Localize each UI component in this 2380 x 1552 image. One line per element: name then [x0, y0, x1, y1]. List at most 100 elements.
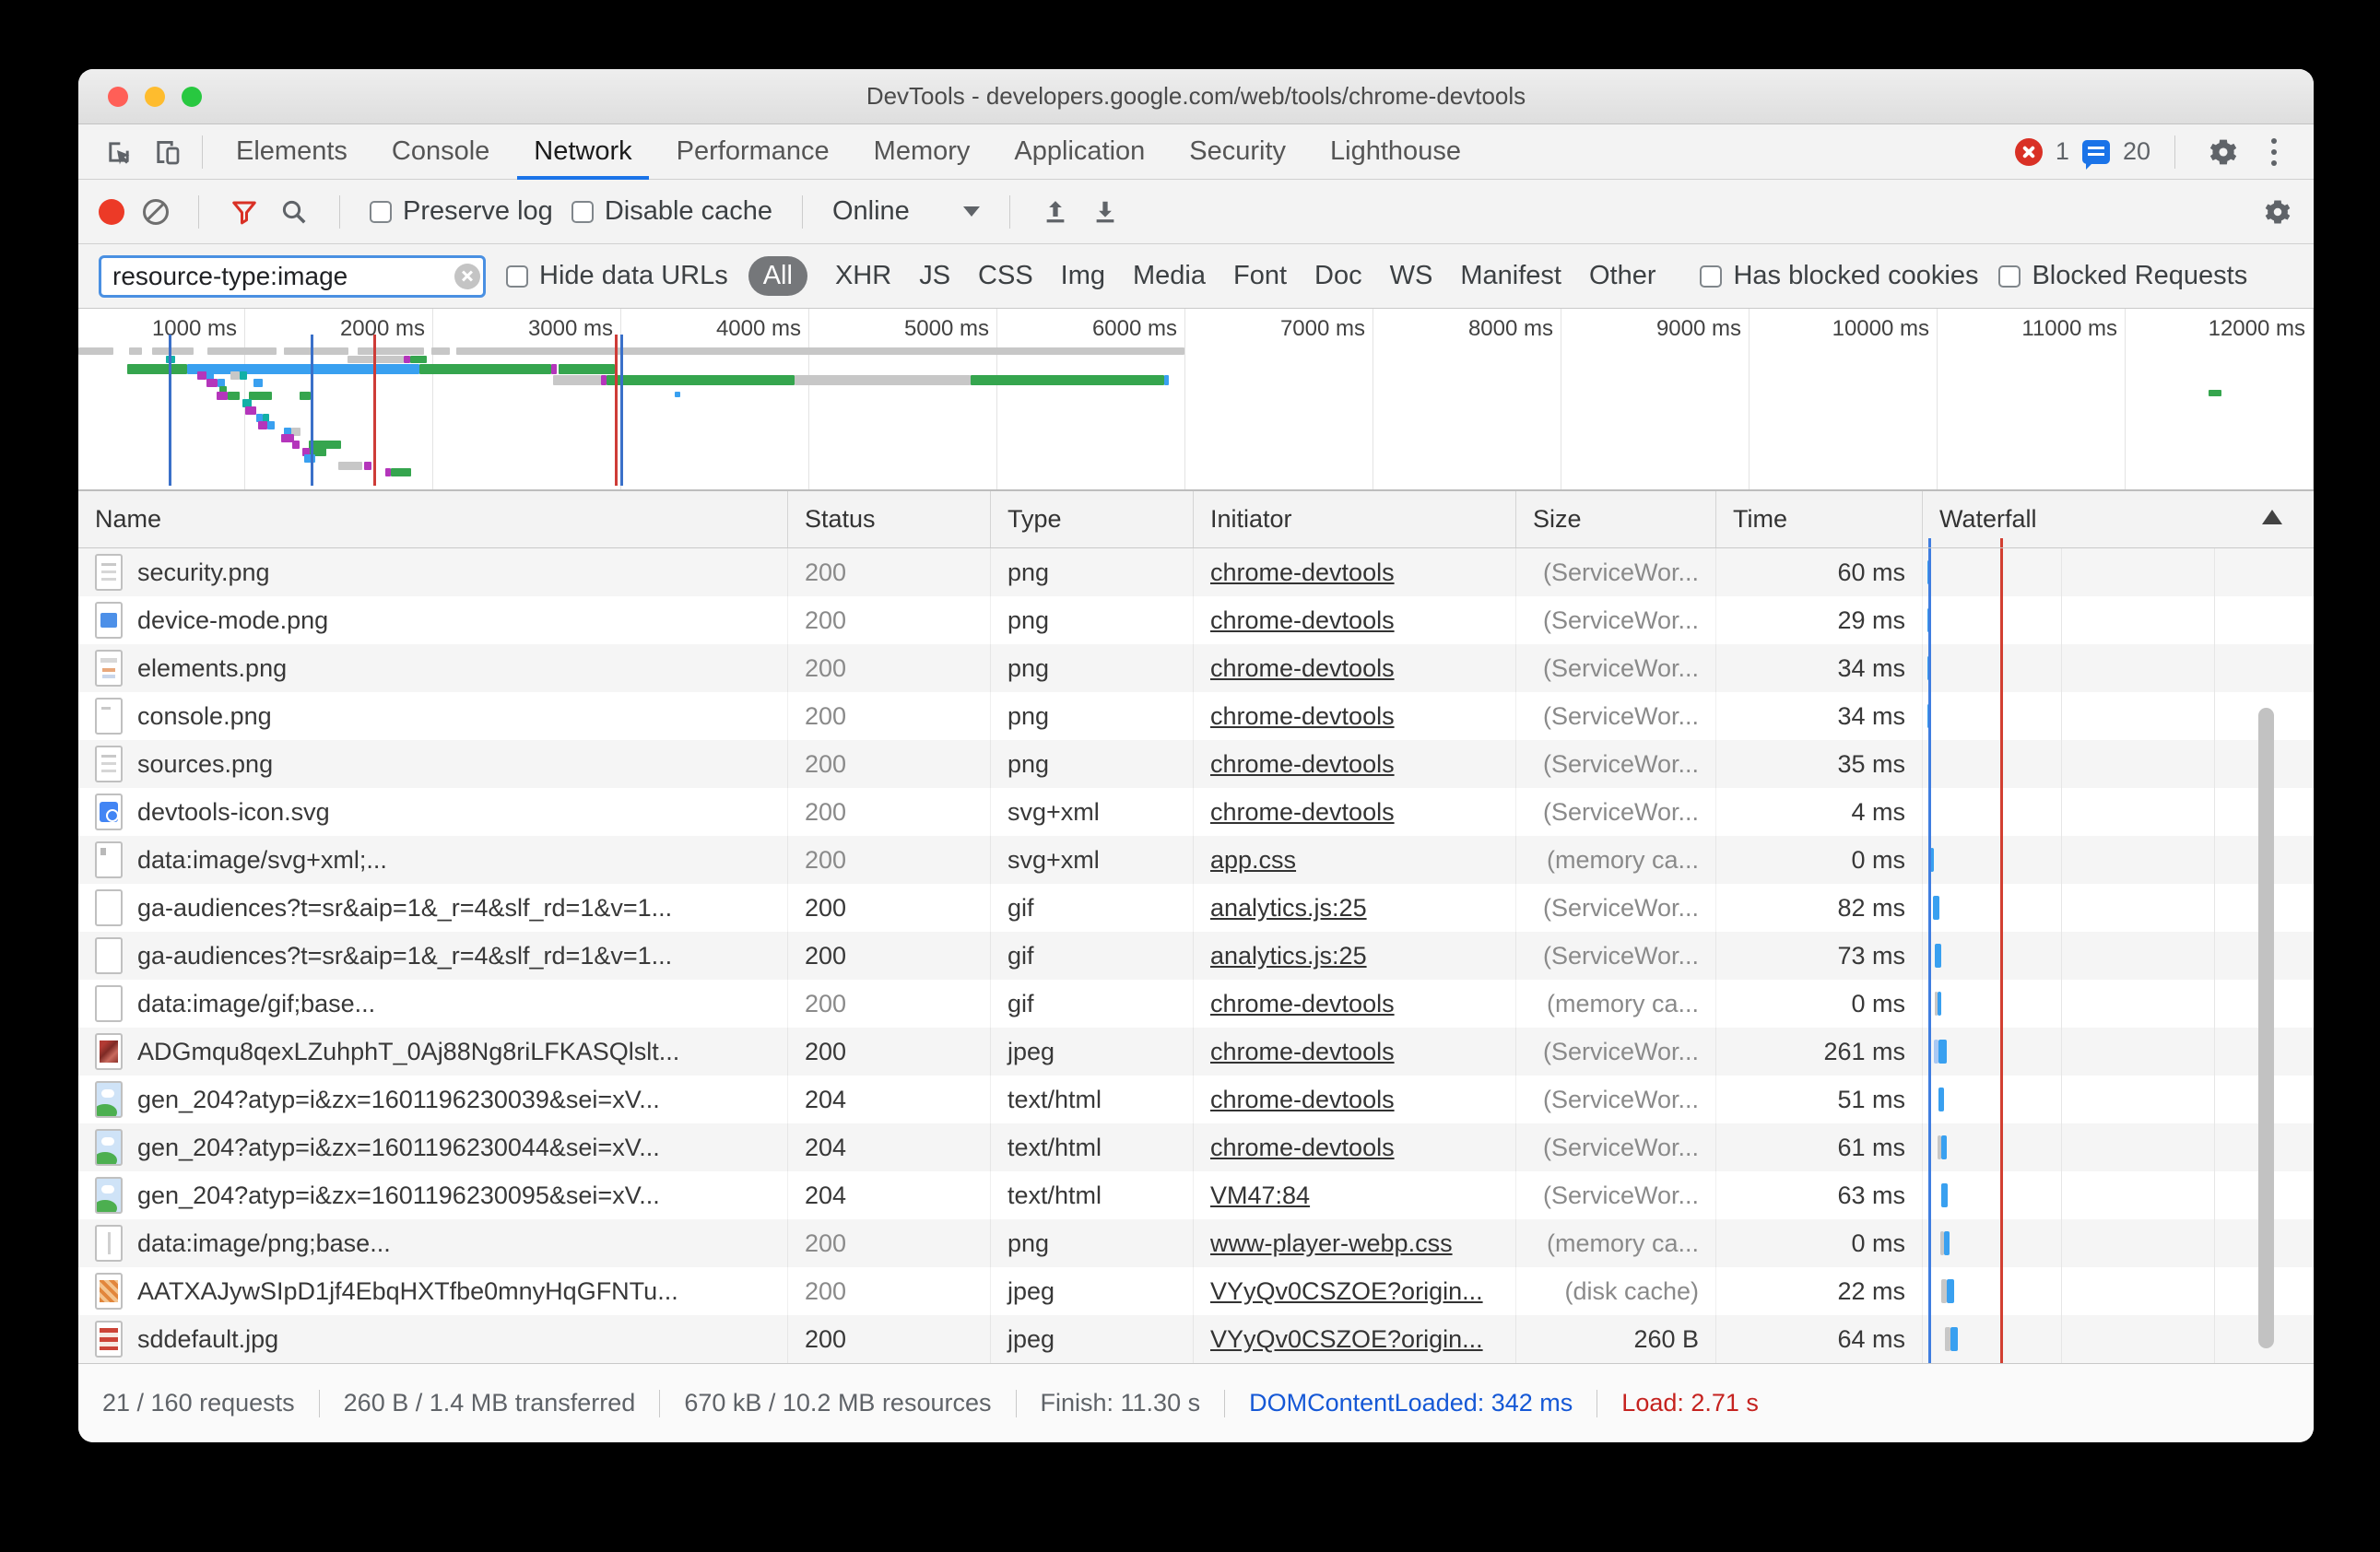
network-settings-gear-icon[interactable] [2262, 196, 2293, 228]
search-icon[interactable] [278, 196, 310, 228]
filter-type-img[interactable]: Img [1061, 261, 1105, 291]
filter-input[interactable] [112, 262, 445, 291]
has-blocked-cookies-checkbox[interactable]: Has blocked cookies [1700, 261, 1978, 291]
initiator-link[interactable]: chrome-devtools [1210, 1038, 1395, 1066]
checkbox[interactable] [571, 201, 594, 223]
filter-type-js[interactable]: JS [919, 261, 950, 291]
name-cell[interactable]: console.png [78, 692, 788, 740]
tab-memory[interactable]: Memory [852, 124, 993, 180]
name-cell[interactable]: ADGmqu8qexLZuhphT_0Aj88Ng8riLFKASQlslt..… [78, 1028, 788, 1076]
name-cell[interactable]: data:image/png;base... [78, 1219, 788, 1267]
table-row[interactable]: gen_204?atyp=i&zx=1601196230044&sei=xV..… [78, 1123, 2314, 1171]
filter-type-all[interactable]: All [748, 256, 807, 296]
close-button[interactable] [108, 87, 128, 107]
column-header-type[interactable]: Type [991, 491, 1194, 547]
hide-data-urls-checkbox[interactable]: Hide data URLs [506, 261, 728, 291]
initiator-link[interactable]: chrome-devtools [1210, 558, 1395, 587]
table-row[interactable]: gen_204?atyp=i&zx=1601196230095&sei=xV..… [78, 1171, 2314, 1219]
inspect-element-icon[interactable] [100, 134, 137, 170]
initiator-link[interactable]: chrome-devtools [1210, 750, 1395, 779]
checkbox[interactable] [1998, 265, 2021, 288]
filter-type-css[interactable]: CSS [978, 261, 1033, 291]
initiator-link[interactable]: chrome-devtools [1210, 798, 1395, 827]
table-row[interactable]: ADGmqu8qexLZuhphT_0Aj88Ng8riLFKASQlslt..… [78, 1028, 2314, 1076]
checkbox[interactable] [1700, 265, 1722, 288]
name-cell[interactable]: gen_204?atyp=i&zx=1601196230044&sei=xV..… [78, 1123, 788, 1171]
errors-icon[interactable] [2015, 138, 2043, 166]
name-cell[interactable]: sources.png [78, 740, 788, 788]
initiator-link[interactable]: chrome-devtools [1210, 1086, 1395, 1114]
name-cell[interactable]: devtools-icon.svg [78, 788, 788, 836]
blocked-requests-checkbox[interactable]: Blocked Requests [1998, 261, 2247, 291]
device-toolbar-icon[interactable] [148, 134, 185, 170]
table-row[interactable]: elements.png200pngchrome-devtools(Servic… [78, 644, 2314, 692]
table-row[interactable]: device-mode.png200pngchrome-devtools(Ser… [78, 596, 2314, 644]
preserve-log-checkbox[interactable]: Preserve log [370, 196, 553, 227]
column-header-waterfall[interactable]: Waterfall [1923, 491, 2314, 547]
initiator-link[interactable]: www-player-webp.css [1210, 1229, 1453, 1258]
filter-input-box[interactable] [99, 255, 486, 298]
table-row[interactable]: AATXAJywSIpD1jf4EbqHXTfbe0mnyHqGFNTu...2… [78, 1267, 2314, 1315]
name-cell[interactable]: security.png [78, 548, 788, 596]
tab-performance[interactable]: Performance [654, 124, 852, 180]
initiator-link[interactable]: app.css [1210, 846, 1296, 875]
minimize-button[interactable] [145, 87, 165, 107]
table-row[interactable]: gen_204?atyp=i&zx=1601196230039&sei=xV..… [78, 1076, 2314, 1123]
initiator-link[interactable]: chrome-devtools [1210, 1134, 1395, 1162]
filter-type-manifest[interactable]: Manifest [1460, 261, 1561, 291]
table-row[interactable]: devtools-icon.svg200svg+xmlchrome-devtoo… [78, 788, 2314, 836]
filter-icon[interactable] [229, 196, 260, 228]
tab-application[interactable]: Application [992, 124, 1167, 180]
throttling-select[interactable]: Online [832, 196, 980, 227]
settings-gear-icon[interactable] [2205, 134, 2242, 170]
name-cell[interactable]: ga-audiences?t=sr&aip=1&_r=4&slf_rd=1&v=… [78, 884, 788, 932]
initiator-link[interactable]: VM47:84 [1210, 1182, 1310, 1210]
initiator-link[interactable]: analytics.js:25 [1210, 894, 1367, 923]
filter-type-ws[interactable]: WS [1390, 261, 1433, 291]
column-header-time[interactable]: Time [1716, 491, 1923, 547]
table-row[interactable]: sources.png200pngchrome-devtools(Service… [78, 740, 2314, 788]
initiator-link[interactable]: VYyQv0CSZOE?origin... [1210, 1325, 1483, 1354]
column-header-size[interactable]: Size [1516, 491, 1716, 547]
checkbox[interactable] [370, 201, 392, 223]
initiator-link[interactable]: chrome-devtools [1210, 606, 1395, 635]
table-row[interactable]: ga-audiences?t=sr&aip=1&_r=4&slf_rd=1&v=… [78, 932, 2314, 980]
filter-type-font[interactable]: Font [1233, 261, 1287, 291]
column-header-initiator[interactable]: Initiator [1194, 491, 1516, 547]
export-har-icon[interactable] [1090, 196, 1121, 228]
filter-type-other[interactable]: Other [1589, 261, 1656, 291]
column-header-status[interactable]: Status [788, 491, 991, 547]
tab-lighthouse[interactable]: Lighthouse [1308, 124, 1483, 180]
name-cell[interactable]: AATXAJywSIpD1jf4EbqHXTfbe0mnyHqGFNTu... [78, 1267, 788, 1315]
tab-network[interactable]: Network [512, 124, 654, 180]
table-row[interactable]: data:image/gif;base...200gifchrome-devto… [78, 980, 2314, 1028]
messages-icon[interactable] [2082, 140, 2110, 164]
clear-icon[interactable] [143, 199, 169, 225]
zoom-button[interactable] [182, 87, 202, 107]
table-row[interactable]: security.png200pngchrome-devtools(Servic… [78, 548, 2314, 596]
name-cell[interactable]: ga-audiences?t=sr&aip=1&_r=4&slf_rd=1&v=… [78, 932, 788, 980]
initiator-link[interactable]: chrome-devtools [1210, 990, 1395, 1018]
table-row[interactable]: ga-audiences?t=sr&aip=1&_r=4&slf_rd=1&v=… [78, 884, 2314, 932]
tab-security[interactable]: Security [1167, 124, 1308, 180]
table-row[interactable]: data:image/svg+xml;...200svg+xmlapp.css(… [78, 836, 2314, 884]
network-overview[interactable]: 1000 ms2000 ms3000 ms4000 ms5000 ms6000 … [78, 309, 2314, 491]
filter-type-media[interactable]: Media [1133, 261, 1206, 291]
more-options-icon[interactable] [2269, 134, 2279, 170]
import-har-icon[interactable] [1040, 196, 1071, 228]
vertical-scrollbar[interactable] [2258, 708, 2274, 1348]
disable-cache-checkbox[interactable]: Disable cache [571, 196, 772, 227]
name-cell[interactable]: data:image/gif;base... [78, 980, 788, 1028]
name-cell[interactable]: elements.png [78, 644, 788, 692]
table-row[interactable]: sddefault.jpg200jpegVYyQv0CSZOE?origin..… [78, 1315, 2314, 1363]
name-cell[interactable]: gen_204?atyp=i&zx=1601196230039&sei=xV..… [78, 1076, 788, 1123]
name-cell[interactable]: data:image/svg+xml;... [78, 836, 788, 884]
record-button[interactable] [99, 199, 124, 225]
checkbox[interactable] [506, 265, 528, 288]
initiator-link[interactable]: chrome-devtools [1210, 654, 1395, 683]
filter-type-doc[interactable]: Doc [1314, 261, 1362, 291]
table-row[interactable]: console.png200pngchrome-devtools(Service… [78, 692, 2314, 740]
name-cell[interactable]: gen_204?atyp=i&zx=1601196230095&sei=xV..… [78, 1171, 788, 1219]
initiator-link[interactable]: VYyQv0CSZOE?origin... [1210, 1277, 1483, 1306]
initiator-link[interactable]: chrome-devtools [1210, 702, 1395, 731]
